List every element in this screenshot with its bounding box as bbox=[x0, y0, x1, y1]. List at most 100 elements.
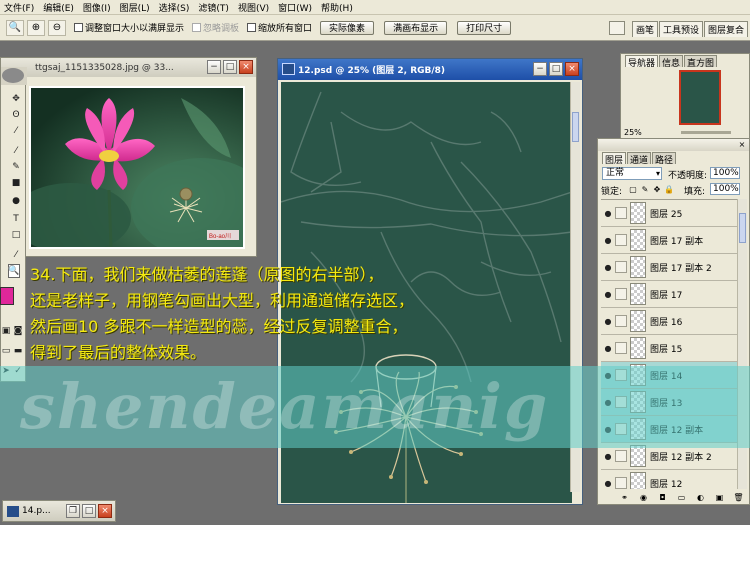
layer-link-toggle[interactable] bbox=[615, 315, 627, 327]
photo-document-window[interactable]: ttgsaj_1151335028.jpg @ 33... − □ × Bo-a… bbox=[0, 57, 257, 257]
standard-mode-icon[interactable]: ▣ bbox=[1, 324, 11, 338]
new-set-icon[interactable]: ▭ bbox=[675, 492, 688, 503]
move-tool-icon[interactable]: ✥ bbox=[10, 92, 22, 106]
layer-link-toggle[interactable] bbox=[615, 288, 627, 300]
menu-view[interactable]: 视图(V) bbox=[238, 1, 269, 14]
tab-histogram[interactable]: 直方图 bbox=[684, 55, 718, 69]
ignore-palettes-checkbox[interactable]: 忽略调板 bbox=[192, 21, 239, 34]
palette-tab-brushes[interactable]: 画笔 bbox=[631, 21, 658, 37]
maximize-icon[interactable]: □ bbox=[223, 60, 237, 74]
actual-pixels-button[interactable]: 实际像素 bbox=[320, 20, 375, 35]
blend-mode-select[interactable]: 正常 bbox=[602, 167, 662, 180]
layers-panel-titlebar[interactable] bbox=[598, 139, 749, 151]
menu-window[interactable]: 窗口(W) bbox=[278, 1, 312, 14]
minimized-document-window[interactable]: 14.p... ❐ □ × bbox=[2, 500, 116, 522]
layer-row[interactable]: ● 图层 15 bbox=[601, 335, 738, 362]
layer-row[interactable]: ● 图层 17 副本 2 bbox=[601, 254, 738, 281]
layer-link-toggle[interactable] bbox=[615, 261, 627, 273]
zoom-tool-icon[interactable]: 🔍 bbox=[6, 19, 24, 36]
lock-transparency-icon[interactable]: ▢ bbox=[628, 184, 638, 194]
layer-link-toggle[interactable] bbox=[615, 342, 627, 354]
brush-tool-icon[interactable]: ⁄ bbox=[10, 144, 22, 158]
maximize-icon[interactable]: □ bbox=[549, 62, 563, 76]
scroll-thumb[interactable] bbox=[572, 112, 579, 142]
layer-row[interactable]: ● 图层 17 bbox=[601, 281, 738, 308]
menu-help[interactable]: 帮助(H) bbox=[321, 1, 353, 14]
eye-icon[interactable]: ● bbox=[601, 290, 615, 299]
adjustment-layer-icon[interactable]: ◐ bbox=[694, 492, 707, 503]
type-tool-icon[interactable]: T bbox=[10, 212, 22, 226]
link-layers-icon[interactable]: ⚭ bbox=[618, 492, 631, 503]
zoom-all-windows-checkbox[interactable]: 缩放所有窗口 bbox=[247, 21, 312, 34]
screen-mode-icon[interactable]: ▭ bbox=[1, 344, 11, 358]
tab-navigator[interactable]: 导航器 bbox=[625, 55, 659, 69]
file-browser-icon[interactable] bbox=[608, 20, 625, 35]
minimize-icon[interactable]: − bbox=[533, 62, 547, 76]
menu-file[interactable]: 文件(F) bbox=[4, 1, 34, 14]
layer-row[interactable]: ● 图层 25 bbox=[601, 200, 738, 227]
palette-tab-layer-comps[interactable]: 图层复合 bbox=[703, 21, 748, 37]
eye-icon[interactable]: ● bbox=[601, 263, 615, 272]
close-icon[interactable]: × bbox=[565, 62, 579, 76]
palette-tab-tool-presets[interactable]: 工具预设 bbox=[658, 21, 703, 37]
layer-name: 图层 17 副本 bbox=[650, 236, 704, 247]
close-icon[interactable]: × bbox=[98, 504, 112, 518]
dodge-tool-icon[interactable]: ● bbox=[10, 194, 22, 208]
tab-layers[interactable]: 图层 bbox=[602, 152, 627, 166]
quick-mask-icon[interactable]: ◙ bbox=[13, 324, 23, 338]
tab-paths[interactable]: 路径 bbox=[652, 152, 677, 166]
minimize-icon[interactable]: − bbox=[207, 60, 221, 74]
layer-link-toggle[interactable] bbox=[615, 207, 627, 219]
close-icon[interactable]: × bbox=[737, 140, 747, 150]
lock-position-icon[interactable]: ✥ bbox=[652, 184, 662, 194]
layer-row[interactable]: ● 图层 16 bbox=[601, 308, 738, 335]
eye-icon[interactable]: ● bbox=[601, 479, 615, 488]
scroll-thumb[interactable] bbox=[739, 213, 746, 243]
shape-tool-icon[interactable]: □ bbox=[10, 228, 22, 242]
lock-pixels-icon[interactable]: ✎ bbox=[640, 184, 650, 194]
menu-edit[interactable]: 编辑(E) bbox=[43, 1, 74, 14]
lock-all-icon[interactable]: 🔒 bbox=[664, 184, 674, 194]
layer-row[interactable]: ● 图层 17 副本 bbox=[601, 227, 738, 254]
layer-style-icon[interactable]: ◉ bbox=[637, 492, 650, 503]
layer-row[interactable]: ● 图层 12 bbox=[601, 470, 738, 489]
eye-icon[interactable]: ● bbox=[601, 452, 615, 461]
menu-layer[interactable]: 图层(L) bbox=[120, 1, 150, 14]
tab-info[interactable]: 信息 bbox=[659, 55, 684, 69]
menu-filter[interactable]: 滤镜(T) bbox=[198, 1, 229, 14]
menu-select[interactable]: 选择(S) bbox=[159, 1, 190, 14]
eyedropper-tool-icon[interactable]: ⁄ bbox=[10, 248, 22, 262]
trash-icon[interactable]: 🗑 bbox=[732, 492, 745, 503]
eye-icon[interactable]: ● bbox=[601, 236, 615, 245]
navigator-zoom-slider[interactable] bbox=[681, 131, 731, 134]
tab-channels[interactable]: 通道 bbox=[627, 152, 652, 166]
foreground-color-swatch[interactable] bbox=[0, 287, 14, 305]
print-size-button[interactable]: 打印尺寸 bbox=[457, 20, 512, 35]
fit-screen-button[interactable]: 满画布显示 bbox=[384, 20, 448, 35]
eye-icon[interactable]: ● bbox=[601, 317, 615, 326]
navigator-preview[interactable] bbox=[679, 70, 721, 125]
zoom-in-icon[interactable]: ⊕ bbox=[27, 19, 45, 36]
fullscreen-mode-icon[interactable]: ▬ bbox=[13, 344, 23, 358]
layer-link-toggle[interactable] bbox=[615, 450, 627, 462]
fill-input[interactable]: 100% bbox=[710, 183, 740, 195]
new-layer-icon[interactable]: ▣ bbox=[713, 492, 726, 503]
opacity-input[interactable]: 100% bbox=[710, 167, 740, 179]
menu-image[interactable]: 图像(I) bbox=[83, 1, 111, 14]
zoom-out-icon[interactable]: ⊖ bbox=[48, 19, 66, 36]
maximize-icon[interactable]: □ bbox=[82, 504, 96, 518]
eye-icon[interactable]: ● bbox=[601, 209, 615, 218]
restore-icon[interactable]: ❐ bbox=[66, 504, 80, 518]
resize-window-checkbox[interactable]: 调整窗口大小以满屏显示 bbox=[74, 21, 184, 34]
layer-mask-icon[interactable]: ◘ bbox=[656, 492, 669, 503]
close-icon[interactable]: × bbox=[239, 60, 253, 74]
magic-wand-tool-icon[interactable]: ⁄ bbox=[10, 124, 22, 138]
zoom-tool-icon[interactable]: 🔍 bbox=[8, 264, 20, 278]
history-brush-tool-icon[interactable]: ✎ bbox=[10, 160, 22, 174]
gradient-tool-icon[interactable]: ■ bbox=[10, 176, 22, 190]
eye-icon[interactable]: ● bbox=[601, 344, 615, 353]
layer-link-toggle[interactable] bbox=[615, 477, 627, 489]
layer-link-toggle[interactable] bbox=[615, 234, 627, 246]
navigator-zoom-value[interactable]: 25% bbox=[624, 128, 642, 137]
lasso-tool-icon[interactable]: ʘ bbox=[10, 108, 22, 122]
